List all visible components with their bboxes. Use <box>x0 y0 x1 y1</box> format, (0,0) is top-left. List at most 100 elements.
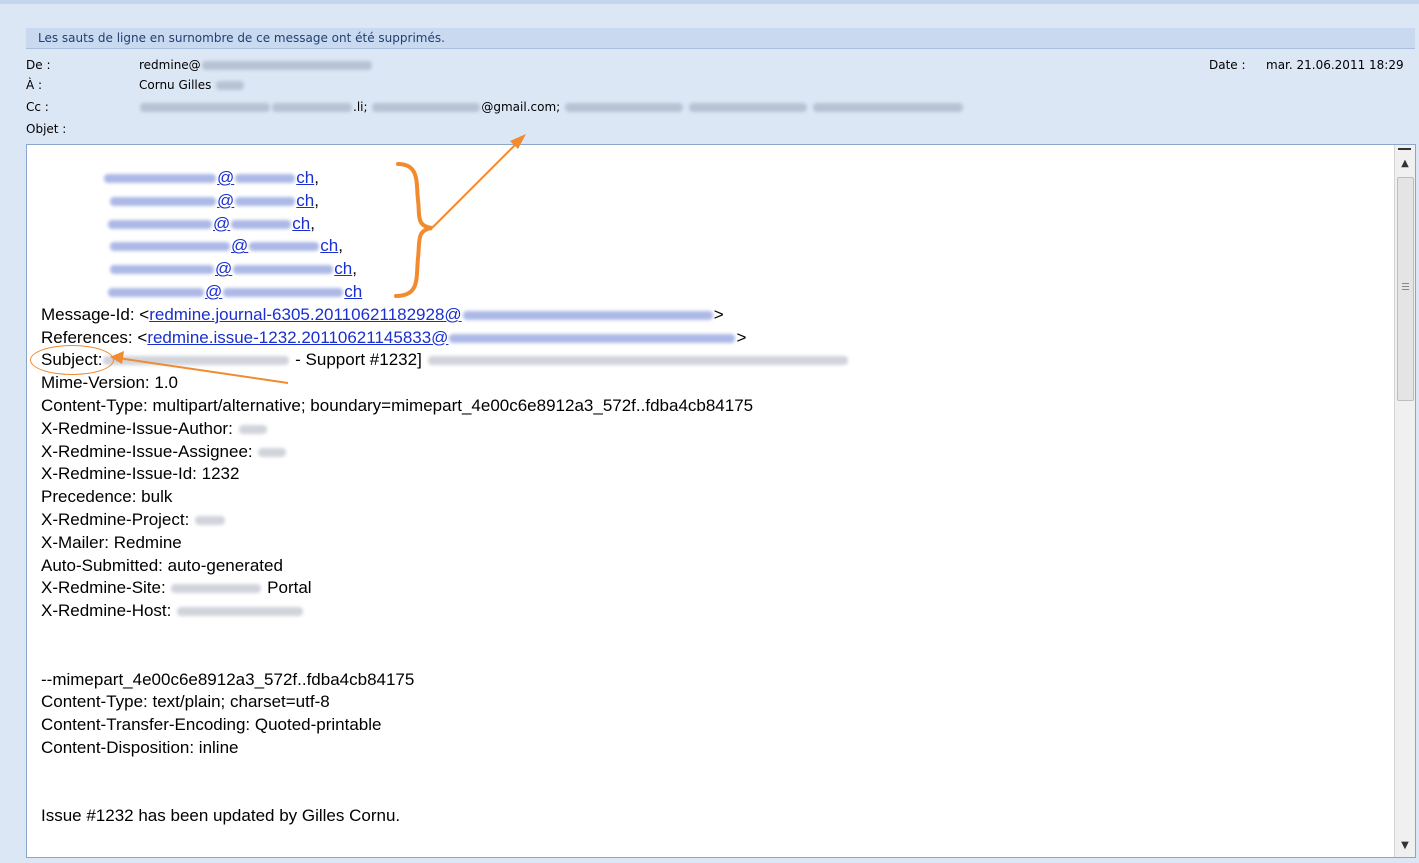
issue-update-line: Issue #1232 has been updated by Gilles C… <box>41 806 401 826</box>
link-fragment: ch <box>334 259 353 279</box>
header-text: X-Redmine-Issue-Assignee: <box>41 441 253 461</box>
blurred-text <box>103 356 290 366</box>
scroll-down-arrow-icon[interactable]: ▼ <box>1395 837 1415 855</box>
blurred-text <box>233 265 334 275</box>
blurred-text <box>108 288 204 297</box>
scrollbar-thumb[interactable] <box>1397 177 1414 401</box>
from-value[interactable]: redmine@ <box>139 56 373 74</box>
recipient-separator: , <box>314 168 319 187</box>
recipient-separator: , <box>352 259 357 279</box>
message-body[interactable]: @ ch, @ ch, @ ch, @ ch, @ ch, @ ch Message-Id:… <box>26 144 1416 858</box>
recipient-link[interactable]: @ ch <box>109 191 314 210</box>
recipient-link[interactable]: @ ch <box>109 236 338 255</box>
header-text: X-Redmine-Host: <box>41 601 172 621</box>
header-end: > <box>713 304 724 324</box>
blurred-text <box>372 103 481 112</box>
blurred-text <box>427 356 848 366</box>
blurred-text <box>223 288 344 297</box>
scrollbar-top-marker <box>1398 148 1411 150</box>
message-id-line: Message-Id: <redmine.journal-6305.201106… <box>41 304 1371 327</box>
blurred-text <box>258 447 287 457</box>
header-line: X-Redmine-Site: Portal <box>41 577 1371 600</box>
mime-line: Content-Disposition: inline <box>41 737 239 757</box>
link-fragment: @ <box>213 213 231 233</box>
mime-line: Content-Transfer-Encoding: Quoted-printa… <box>41 715 382 735</box>
header-label: Message-Id: < <box>41 304 150 324</box>
recipient-separator: , <box>314 190 319 210</box>
header-end: > <box>736 327 747 347</box>
thumb-grip-icon <box>1402 283 1409 291</box>
header-line: X-Redmine-Project: <box>41 509 1371 532</box>
header-text: X-Redmine-Issue-Author: <box>41 418 233 438</box>
recipient-link[interactable]: @ ch <box>103 168 314 187</box>
recipient-link[interactable]: @ ch <box>107 214 310 233</box>
mime-line: Content-Type: text/plain; charset=utf-8 <box>41 692 330 712</box>
date-value: mar. 21.06.2011 18:29 <box>1266 58 1404 72</box>
to-value[interactable]: Cornu Gilles <box>139 76 245 94</box>
cc-label: Cc : <box>26 100 49 114</box>
blurred-text <box>177 607 304 617</box>
header-line: Mime-Version: 1.0 <box>41 373 178 393</box>
link-fragment: ch <box>296 168 315 187</box>
subject-line: Subject: - Support #1232] <box>41 349 1371 372</box>
mime-line: --mimepart_4e00c6e8912a3_572f..fdba4cb84… <box>41 669 415 689</box>
header-text: X-Redmine-Site: <box>41 578 166 598</box>
references-link[interactable]: redmine.issue-1232.20110621145833@ <box>147 328 736 347</box>
blurred-text <box>235 196 296 206</box>
blurred-text <box>110 196 216 206</box>
blurred-text <box>249 242 320 252</box>
subject-annotation-circle <box>30 345 114 375</box>
header-line: X-Redmine-Issue-Id: 1232 <box>41 464 240 484</box>
blurred-text <box>231 219 292 229</box>
date-label: Date : <box>1209 58 1246 72</box>
blurred-text <box>195 515 226 525</box>
header-text: X-Redmine-Project: <box>41 509 190 529</box>
email-reading-window: Les sauts de ligne en surnombre de ce me… <box>0 0 1419 863</box>
vertical-scrollbar[interactable]: ▲ ▼ <box>1394 145 1415 857</box>
blurred-text <box>140 103 270 112</box>
info-bar[interactable]: Les sauts de ligne en surnombre de ce me… <box>26 28 1415 49</box>
link-fragment: ch <box>320 236 339 256</box>
cc-fragment: .li; <box>353 100 368 114</box>
blurred-text <box>688 103 807 112</box>
window-top-border <box>0 0 1419 4</box>
blurred-text <box>108 219 212 229</box>
blurred-text <box>201 61 372 70</box>
header-line: Auto-Submitted: auto-generated <box>41 555 283 575</box>
header-line: Precedence: bulk <box>41 487 173 507</box>
blurred-text <box>110 242 230 252</box>
cc-value[interactable]: .li; @gmail.com; <box>139 98 964 116</box>
from-label: De : <box>26 58 51 72</box>
blurred-text <box>235 174 296 184</box>
scroll-up-arrow-icon[interactable]: ▲ <box>1395 155 1415 173</box>
header-label: References: < <box>41 327 148 347</box>
blurred-text <box>462 310 713 320</box>
recipient-line: @ ch <box>41 281 1371 304</box>
link-fragment: @ <box>217 168 235 187</box>
header-line: X-Redmine-Host: <box>41 600 1371 623</box>
recipient-separator: , <box>338 236 343 256</box>
blurred-text <box>449 333 736 343</box>
blurred-text <box>110 265 214 275</box>
blurred-text <box>272 103 352 112</box>
to-label: À : <box>26 78 43 92</box>
subject-text: - Support #1232] <box>290 350 422 370</box>
link-fragment: @ <box>205 281 223 301</box>
link-fragment: ch <box>344 281 363 301</box>
recipient-link[interactable]: @ ch <box>107 282 362 301</box>
blurred-text <box>216 81 245 90</box>
link-fragment: @ <box>217 190 235 210</box>
from-address-visible: redmine@ <box>139 58 201 72</box>
link-fragment: ch <box>292 213 311 233</box>
message-id-link[interactable]: redmine.journal-6305.20110621182928@ <box>149 305 713 324</box>
blurred-text <box>104 174 216 184</box>
header-line: X-Redmine-Issue-Assignee: <box>41 441 1371 464</box>
recipient-line: @ ch, <box>41 258 1371 281</box>
link-fragment: redmine.issue-1232.20110621145833@ <box>147 327 449 347</box>
header-line: X-Redmine-Issue-Author: <box>41 418 1371 441</box>
recipient-link[interactable]: @ ch <box>109 259 352 278</box>
